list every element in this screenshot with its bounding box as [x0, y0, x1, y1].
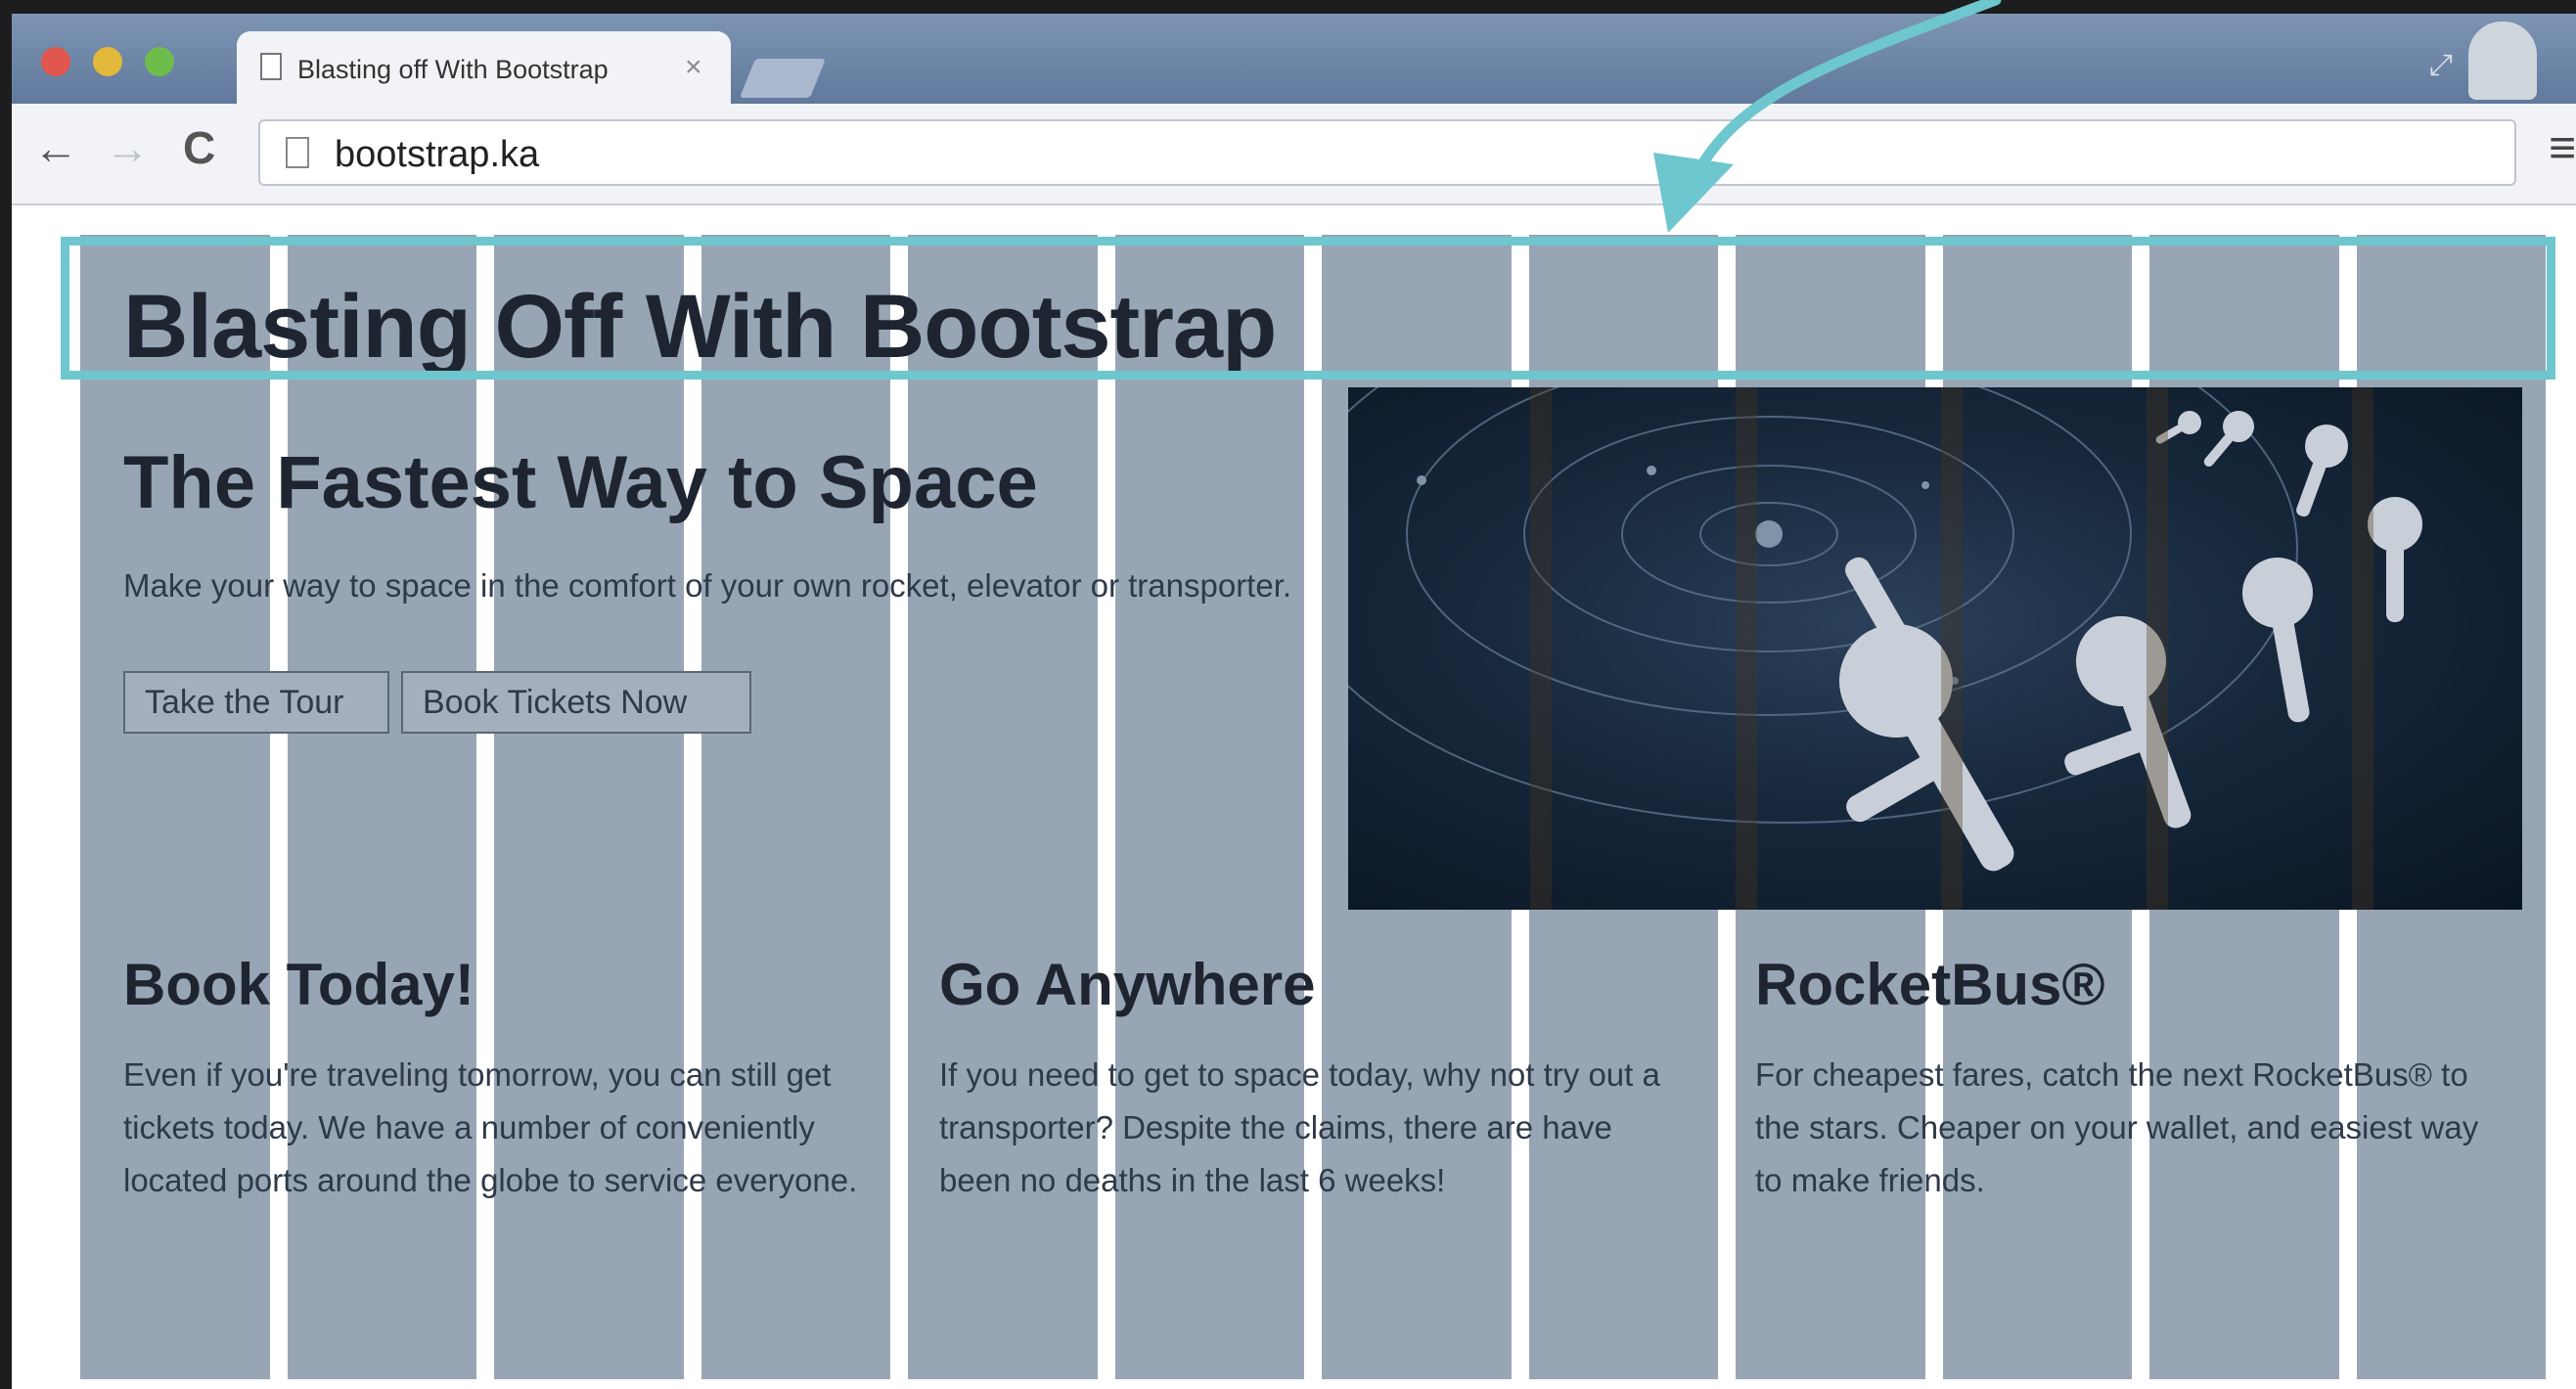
reload-button[interactable]: C — [183, 121, 215, 174]
feature-heading-book-today: Book Today! — [123, 952, 475, 1017]
back-button[interactable]: ← — [33, 121, 78, 174]
lead-text: Make your way to space in the comfort of… — [123, 567, 1292, 604]
feature-text-book-today: Even if you're traveling tomorrow, you c… — [123, 1056, 858, 1198]
lead-heading: The Fastest Way to Space — [123, 441, 1038, 524]
grid-column — [287, 235, 476, 1379]
astronaut-illustration — [1348, 387, 2522, 910]
zoom-window-button[interactable] — [145, 47, 174, 76]
forward-button[interactable]: → — [105, 121, 150, 174]
tab-strip: Blasting off With Bootstrap × ⤢ — [12, 14, 2576, 104]
browser-tab[interactable]: Blasting off With Bootstrap × — [237, 31, 731, 104]
grid-column — [700, 235, 890, 1379]
menu-icon[interactable]: ≡ — [2537, 125, 2576, 174]
fullscreen-icon[interactable]: ⤢ — [2429, 49, 2453, 82]
grid-column — [80, 235, 270, 1379]
feature-text-rocketbus: For cheapest fares, catch the next Rocke… — [1755, 1056, 2479, 1198]
book-tickets-button[interactable]: Book Tickets Now — [401, 671, 751, 734]
tab-title: Blasting off With Bootstrap — [297, 55, 609, 84]
highlight-annotation-box — [61, 237, 2555, 380]
minimize-window-button[interactable] — [93, 47, 122, 76]
take-tour-button[interactable]: Take the Tour — [123, 671, 389, 734]
address-bar[interactable]: bootstrap.ka — [258, 119, 2516, 186]
new-tab-button[interactable] — [739, 59, 827, 98]
browser-window: Blasting off With Bootstrap × ⤢ ← → C bo… — [12, 14, 2576, 1389]
grid-column — [1114, 235, 1304, 1379]
close-tab-icon[interactable]: × — [685, 51, 702, 84]
feature-text-go-anywhere: If you need to get to space today, why n… — [939, 1056, 1660, 1198]
feature-heading-rocketbus: RocketBus® — [1755, 952, 2105, 1017]
grid-column — [494, 235, 684, 1379]
profile-avatar-icon[interactable] — [2468, 22, 2537, 100]
url-text[interactable]: bootstrap.ka — [335, 134, 539, 176]
astronaut-illustration-art — [1348, 387, 2422, 872]
grid-column — [908, 235, 1098, 1379]
web-page: Blasting Off With Bootstrap The Fastest … — [12, 205, 2576, 1389]
page-icon — [260, 53, 282, 80]
browser-toolbar: ← → C bootstrap.ka ≡ — [12, 104, 2576, 205]
close-window-button[interactable] — [41, 47, 70, 76]
page-icon — [286, 137, 309, 168]
feature-heading-go-anywhere: Go Anywhere — [939, 952, 1316, 1017]
